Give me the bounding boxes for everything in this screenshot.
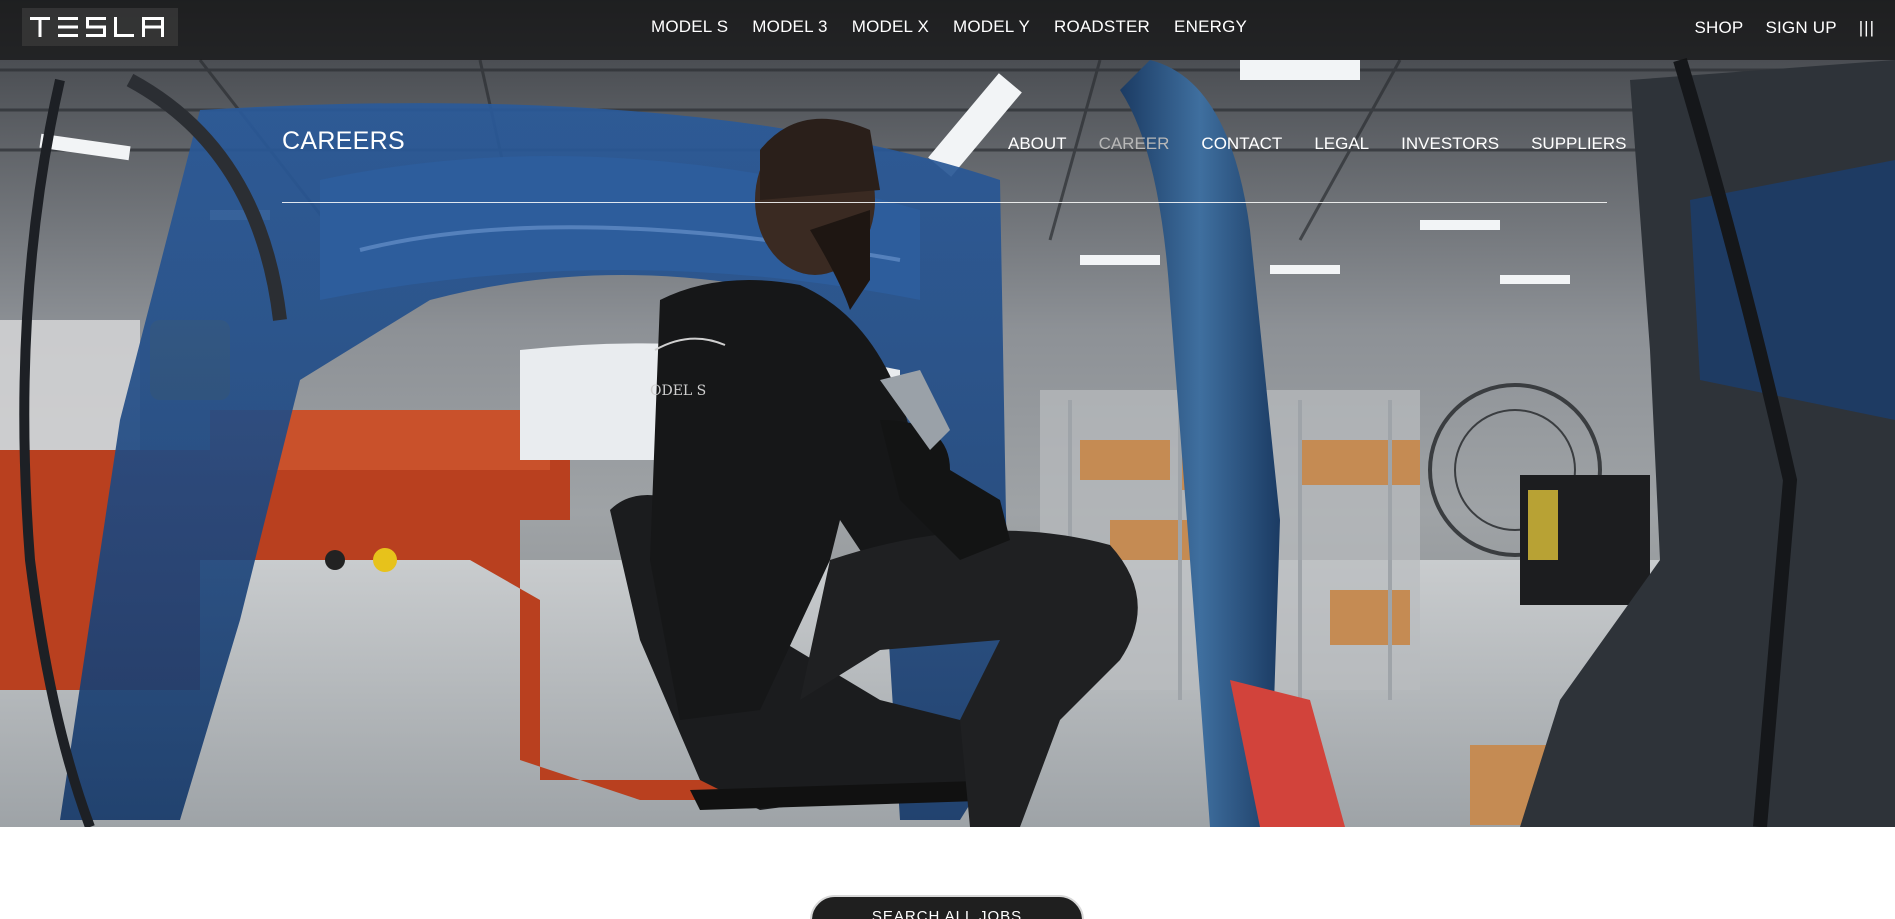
nav-roadster[interactable]: ROADSTER bbox=[1054, 17, 1150, 37]
hero-image: ODEL S bbox=[0, 0, 1895, 827]
nav-model-3[interactable]: MODEL 3 bbox=[752, 17, 827, 37]
nav-model-x[interactable]: MODEL X bbox=[852, 17, 929, 37]
top-model-nav: MODEL S MODEL 3 MODEL X MODEL Y ROADSTER… bbox=[651, 17, 1271, 37]
subnav-contact[interactable]: CONTACT bbox=[1201, 134, 1282, 154]
nav-energy[interactable]: ENERGY bbox=[1174, 17, 1247, 37]
nav-shop[interactable]: SHOP bbox=[1694, 18, 1743, 38]
nav-model-s[interactable]: MODEL S bbox=[651, 17, 728, 37]
subnav-investors[interactable]: INVESTORS bbox=[1401, 134, 1499, 154]
tesla-logo[interactable] bbox=[22, 8, 178, 46]
menu-icon[interactable]: ||| bbox=[1859, 18, 1875, 38]
tesla-wordmark-icon bbox=[30, 17, 164, 37]
subnav-suppliers[interactable]: SUPPLIERS bbox=[1531, 134, 1626, 154]
search-all-jobs-button[interactable]: SEARCH ALL JOBS bbox=[810, 895, 1084, 919]
top-right-nav: SHOP SIGN UP ||| bbox=[1672, 18, 1875, 38]
subnav-legal[interactable]: LEGAL bbox=[1314, 134, 1369, 154]
careers-sub-nav: ABOUT CAREER CONTACT LEGAL INVESTORS SUP… bbox=[1008, 134, 1627, 154]
nav-model-y[interactable]: MODEL Y bbox=[953, 17, 1030, 37]
nav-sign-up[interactable]: SIGN UP bbox=[1765, 18, 1836, 38]
section-title: CAREERS bbox=[282, 127, 405, 155]
svg-text:ODEL S: ODEL S bbox=[650, 383, 706, 399]
factory-scene-image: ODEL S bbox=[0, 0, 1895, 827]
subnav-divider bbox=[282, 202, 1607, 203]
subnav-career[interactable]: CAREER bbox=[1099, 134, 1170, 154]
subnav-about[interactable]: ABOUT bbox=[1008, 134, 1067, 154]
careers-page: ODEL S MODEL S MODEL 3 MODEL X MODEL Y R… bbox=[0, 0, 1895, 919]
